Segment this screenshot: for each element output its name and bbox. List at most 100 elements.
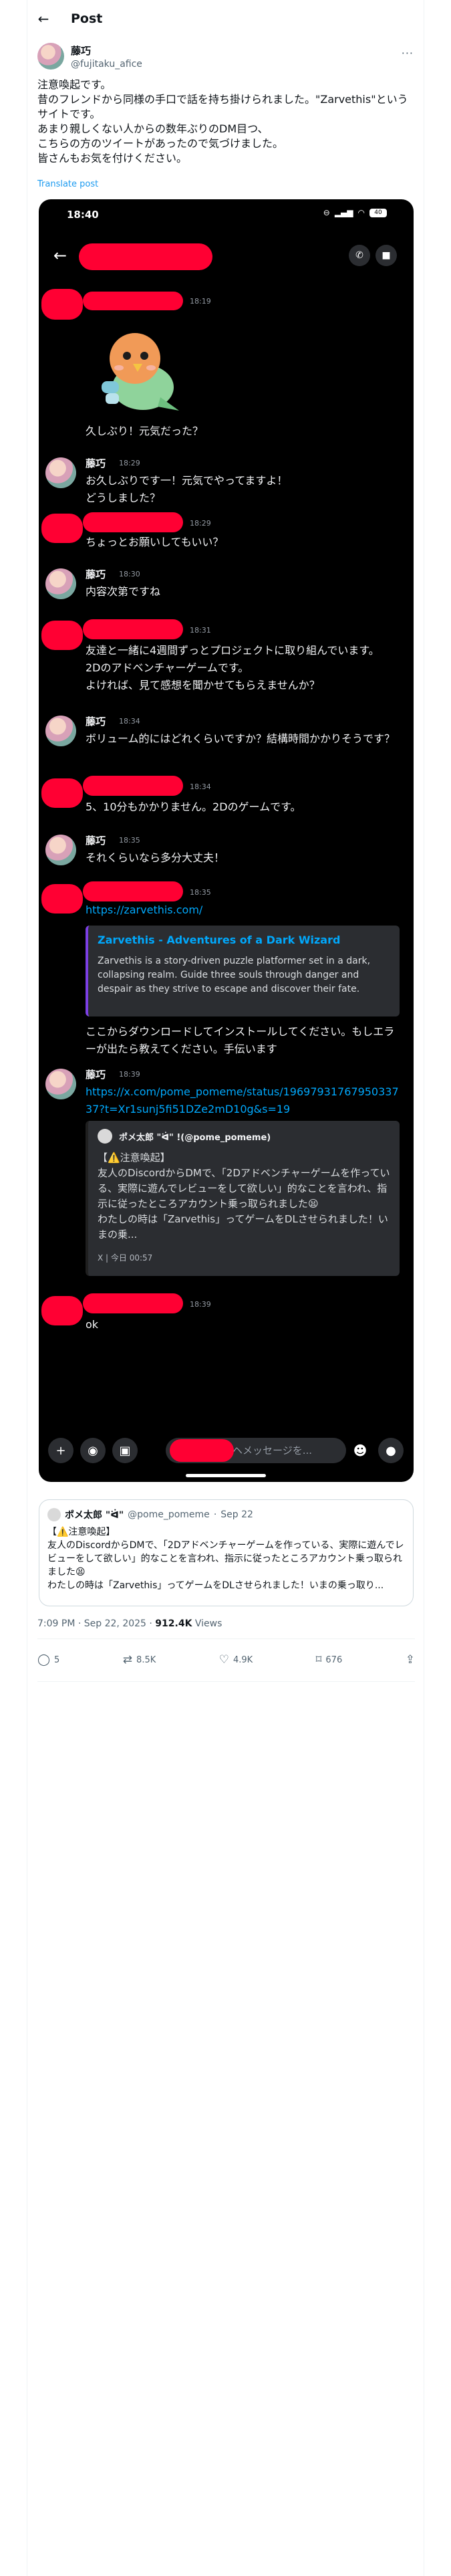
redacted-sender bbox=[83, 512, 183, 532]
avatar bbox=[98, 1129, 112, 1144]
redacted-sender bbox=[83, 292, 183, 310]
avatar bbox=[45, 716, 76, 746]
message-text: 久しぶり！元気だった？ bbox=[86, 425, 204, 437]
reply-button[interactable]: ◯ 5 bbox=[37, 1653, 59, 1667]
message-time: 18:35 bbox=[190, 888, 211, 897]
message-composer: + ◉ ▣ ヘメッセージを... ☻ ● bbox=[39, 1430, 414, 1473]
message-link: https://zarvethis.com/ bbox=[86, 903, 203, 916]
quoted-author-handle: @pome_pomeme bbox=[128, 1509, 210, 1520]
redacted-avatar bbox=[41, 289, 83, 320]
author-display-name[interactable]: 藤巧 bbox=[71, 43, 142, 58]
repost-icon: ⇄ bbox=[122, 1653, 133, 1667]
message-text: 友達と一緒に4週間ずっとプロジェクトに取り組んでいます。 2Dのアドベンチャーゲ… bbox=[86, 644, 380, 691]
avatar bbox=[45, 568, 76, 599]
microphone-icon: ● bbox=[378, 1438, 404, 1463]
focus-mode-icon: ⊖ bbox=[323, 208, 330, 217]
views-count: 912.4K bbox=[155, 1618, 192, 1629]
redacted-username bbox=[79, 243, 212, 270]
message-text: ボリューム的にはどれくらいですか？結構時間かかりそうです？ bbox=[86, 732, 396, 745]
status-time: 18:40 bbox=[67, 209, 99, 221]
embed-footer: X | 今日 00:57 bbox=[98, 1253, 153, 1263]
like-button[interactable]: ♡ 4.9K bbox=[219, 1653, 253, 1667]
message-time: 18:34 bbox=[190, 782, 211, 791]
quoted-text: 【⚠️注意喚起】 友人のDiscordからDMで、「2Dアドベンチャーゲームを作… bbox=[47, 1527, 404, 1591]
message-sender: 藤巧 bbox=[86, 457, 106, 469]
battery-icon: 40 bbox=[369, 208, 387, 217]
message-time: 18:29 bbox=[190, 519, 211, 528]
post-timestamp[interactable]: 7:09 PM · Sep 22, 2025 · bbox=[37, 1618, 155, 1629]
signal-icon: ▂▄▆ bbox=[334, 208, 353, 217]
repost-count: 8.5K bbox=[136, 1654, 156, 1665]
message-time: 18:39 bbox=[190, 1300, 211, 1309]
redacted-recipient bbox=[170, 1439, 234, 1462]
avatar bbox=[45, 457, 76, 488]
translate-post-link[interactable]: Translate post bbox=[37, 179, 98, 189]
avatar[interactable] bbox=[37, 43, 64, 70]
redacted-avatar bbox=[41, 621, 83, 650]
divider bbox=[37, 1681, 415, 1682]
more-options-icon[interactable]: ··· bbox=[402, 47, 414, 60]
message-sender: 藤巧 bbox=[86, 568, 106, 580]
message-time: 18:31 bbox=[190, 626, 211, 635]
gamepad-icon: ◉ bbox=[80, 1438, 106, 1463]
redacted-sender bbox=[83, 1293, 183, 1313]
author-handle[interactable]: @fujitaku_afice bbox=[71, 59, 142, 70]
repost-button[interactable]: ⇄ 8.5K bbox=[123, 1653, 156, 1667]
message-text: ok bbox=[86, 1318, 99, 1331]
page-title: Post bbox=[71, 11, 103, 26]
embed-description: Zarvethis is a story-driven puzzle platf… bbox=[98, 956, 371, 994]
dm-header: ← ✆ ■ bbox=[39, 238, 414, 276]
message-time: 18:35 bbox=[119, 836, 140, 845]
views-label: Views bbox=[192, 1618, 222, 1629]
avatar bbox=[45, 1069, 76, 1099]
attached-screenshot[interactable]: 18:40 ⊖ ▂▄▆ ◠ 40 ← ✆ ■ 18:19 久しぶり！元気だった？… bbox=[39, 199, 414, 1482]
divider bbox=[37, 1638, 415, 1639]
quoted-author-name: ポメ太郎 "ᐛ" bbox=[65, 1510, 124, 1521]
top-bar: ← Post bbox=[27, 0, 424, 37]
back-arrow-icon[interactable]: ← bbox=[33, 9, 53, 29]
message-text: 内容次第ですね bbox=[86, 585, 161, 598]
share-button[interactable]: ⇪ bbox=[406, 1653, 415, 1667]
link-embed: Zarvethis - Adventures of a Dark Wizard … bbox=[86, 926, 400, 1016]
avatar bbox=[47, 1508, 61, 1521]
bookmark-button[interactable]: ⌑ 676 bbox=[316, 1653, 343, 1667]
redacted-avatar bbox=[41, 884, 83, 914]
embed-text: 【⚠️注意喚起】 友人のDiscordからDMで、「2Dアドベンチャーゲームを作… bbox=[98, 1152, 390, 1241]
back-arrow-icon: ← bbox=[53, 246, 67, 265]
message-time: 18:30 bbox=[119, 570, 140, 578]
quoted-date: Sep 22 bbox=[220, 1509, 253, 1520]
plus-icon: + bbox=[48, 1438, 73, 1463]
x-post-embed: ポメ太郎 "ᐛ" !(@pome_pomeme) 【⚠️注意喚起】 友人のDis… bbox=[86, 1121, 400, 1276]
phone-status-bar: 18:40 ⊖ ▂▄▆ ◠ 40 bbox=[39, 199, 414, 229]
bookmark-count: 676 bbox=[325, 1654, 343, 1665]
message-link: https://x.com/pome_pomeme/status/1969793… bbox=[86, 1085, 399, 1115]
message-text: 5、10分もかかりません。2Dのゲームです。 bbox=[86, 800, 301, 813]
quoted-post[interactable]: ポメ太郎 "ᐛ" @pome_pomeme · Sep 22 【⚠️注意喚起】 … bbox=[39, 1499, 414, 1606]
post-text: 注意喚起です。 昔のフレンドから同様の手口で話を持ち掛けられました。"Zarve… bbox=[37, 78, 408, 165]
message-text: ここからダウンロードしてインストールしてください。もしエラーが出たら教えてくださ… bbox=[86, 1025, 395, 1055]
redacted-sender bbox=[83, 881, 183, 901]
emoji-icon: ☻ bbox=[353, 1442, 367, 1459]
reply-count: 5 bbox=[54, 1654, 60, 1665]
redacted-avatar bbox=[41, 514, 83, 543]
avatar bbox=[45, 835, 76, 865]
embed-author: ポメ太郎 "ᐛ" !(@pome_pomeme) bbox=[119, 1132, 271, 1143]
message-time: 18:19 bbox=[190, 297, 211, 306]
message-time: 18:29 bbox=[119, 459, 140, 467]
message-text: ちょっとお願いしてもいい？ bbox=[86, 536, 224, 548]
like-count: 4.9K bbox=[233, 1654, 253, 1665]
gift-icon: ▣ bbox=[112, 1438, 138, 1463]
post-actions: ◯ 5 ⇄ 8.5K ♡ 4.9K ⌑ 676 ⇪ bbox=[37, 1645, 415, 1675]
phone-call-icon: ✆ bbox=[349, 245, 370, 266]
parrot-sticker bbox=[102, 333, 179, 411]
post-author: 藤巧 @fujitaku_afice ··· bbox=[37, 41, 415, 71]
message-time: 18:34 bbox=[119, 717, 140, 726]
redacted-avatar bbox=[41, 1296, 83, 1325]
message-sender: 藤巧 bbox=[86, 835, 106, 847]
redacted-avatar bbox=[41, 778, 83, 808]
heart-icon: ♡ bbox=[218, 1653, 229, 1667]
share-icon: ⇪ bbox=[405, 1653, 415, 1667]
bookmark-icon: ⌑ bbox=[315, 1653, 322, 1667]
message-time: 18:39 bbox=[119, 1070, 140, 1079]
embed-title: Zarvethis - Adventures of a Dark Wizard bbox=[98, 934, 341, 946]
